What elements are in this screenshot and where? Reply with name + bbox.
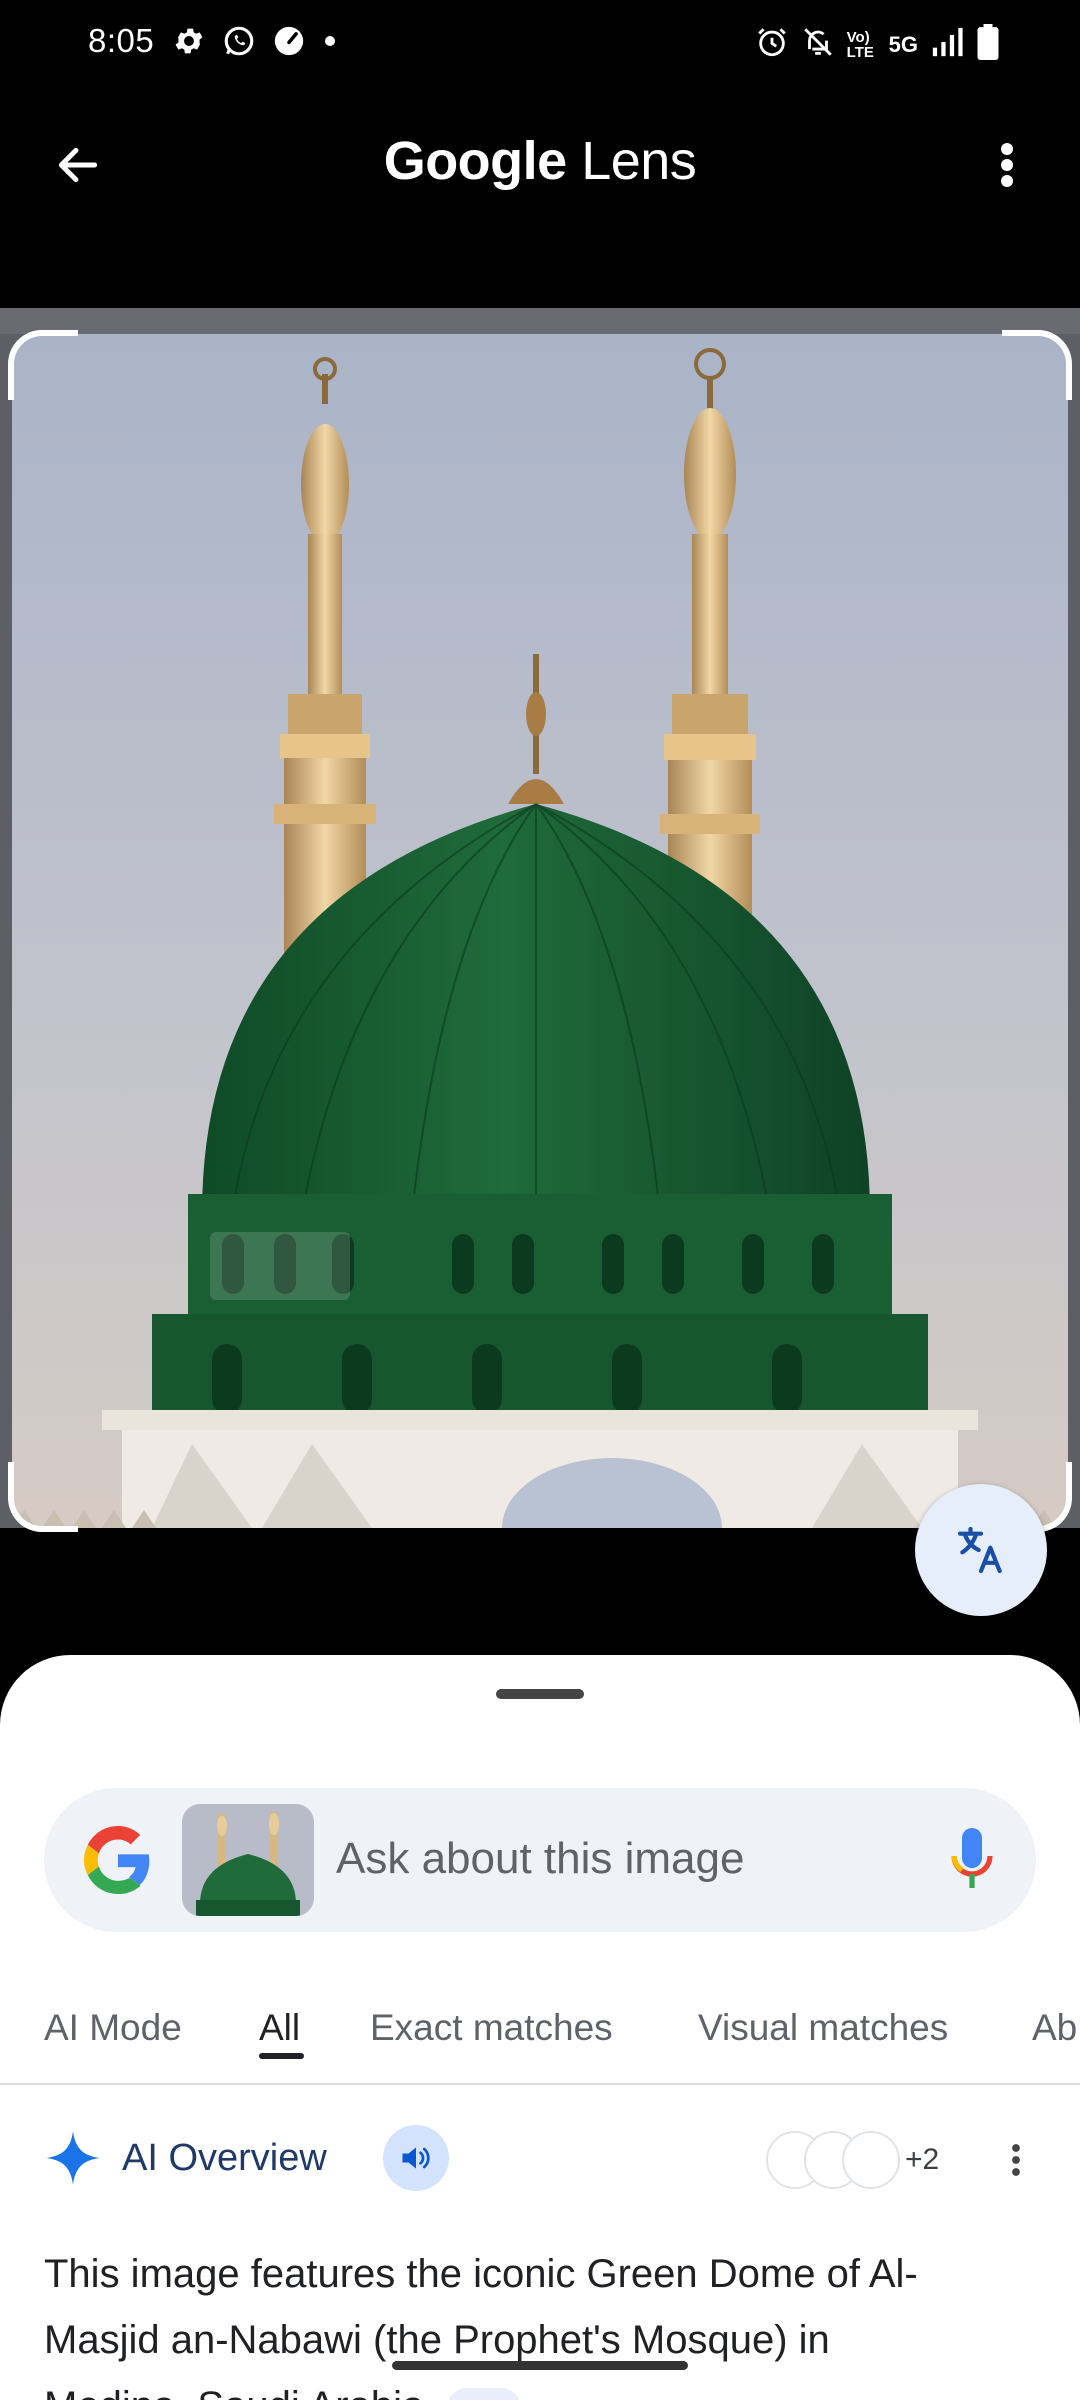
app-title-google: Google [383, 131, 568, 191]
crop-handle-bottom-left[interactable] [8, 1462, 78, 1532]
ai-overview-line-last: Medina, Saudi Arabia. [44, 2373, 1044, 2400]
status-time: 8:05 [88, 22, 155, 59]
app-title: Google Lens [0, 130, 1080, 192]
crop-selection[interactable] [8, 330, 1072, 1532]
settings-icon [172, 24, 206, 63]
more-options-button[interactable] [972, 130, 1042, 200]
status-right-icons: Vo) LTE 5G [755, 24, 1000, 65]
more-vert-icon [1001, 143, 1013, 187]
mic-icon[interactable] [950, 1826, 994, 1894]
volte-label: Vo) LTE [846, 28, 874, 61]
source-count[interactable]: +2 [905, 2143, 939, 2177]
mute-icon [801, 25, 835, 64]
crop-handle-top-right[interactable] [1002, 330, 1072, 400]
tab-ai-mode[interactable]: AI Mode [44, 2007, 182, 2049]
sheet-drag-handle[interactable] [496, 1689, 584, 1699]
network-type: 5G [888, 31, 918, 57]
ai-overview-header: AI Overview +2 [0, 2125, 1080, 2195]
green-dome-photo [12, 334, 1068, 1528]
speedometer-icon [272, 24, 306, 63]
app-bar: Google Lens [0, 110, 1080, 220]
results-sheet[interactable]: Ask about this image AI Mode All Exact m… [0, 1655, 1080, 2400]
ai-overview-text: This image features the iconic Green Dom… [44, 2241, 1044, 2400]
ai-overview-title: AI Overview [122, 2137, 327, 2179]
image-preview-area[interactable] [0, 308, 1080, 1532]
active-tab-indicator [259, 2053, 304, 2059]
results-tabs: AI Mode All Exact matches Visual matches… [0, 1985, 1080, 2085]
citation-chip[interactable] [446, 2388, 521, 2400]
translate-icon [957, 1526, 1002, 1574]
ai-overview-more-button[interactable] [996, 2133, 1036, 2187]
notification-dot-icon [322, 33, 338, 54]
status-left-icons [172, 24, 338, 63]
tab-about[interactable]: Ab [1032, 2007, 1077, 2049]
tab-visual-matches[interactable]: Visual matches [698, 2007, 948, 2049]
alarm-icon [755, 25, 789, 64]
battery-icon [976, 24, 1000, 65]
crop-handle-top-left[interactable] [8, 330, 78, 400]
speaker-icon [402, 2147, 430, 2169]
google-g-icon [84, 1826, 150, 1894]
translate-button[interactable] [915, 1484, 1047, 1616]
ai-overview-line: This image features the iconic Green Dom… [44, 2252, 918, 2296]
app-title-lens: Lens [566, 131, 697, 191]
tab-exact-matches[interactable]: Exact matches [370, 2007, 613, 2049]
sparkle-icon [46, 2131, 100, 2185]
more-vert-icon [1012, 2144, 1020, 2176]
search-input[interactable]: Ask about this image [336, 1834, 744, 1884]
tab-all[interactable]: All [259, 2007, 300, 2049]
search-bar[interactable]: Ask about this image [44, 1788, 1036, 1932]
signal-icon [930, 25, 964, 64]
source-avatar[interactable] [842, 2131, 900, 2189]
home-indicator[interactable] [392, 2361, 688, 2370]
ai-overview-line: Medina, Saudi Arabia. [44, 2384, 435, 2400]
listen-button[interactable] [383, 2125, 449, 2191]
status-bar: 8:05 Vo) LTE 5G [0, 0, 1080, 90]
search-image-thumbnail[interactable] [182, 1804, 314, 1916]
whatsapp-icon [222, 24, 256, 63]
